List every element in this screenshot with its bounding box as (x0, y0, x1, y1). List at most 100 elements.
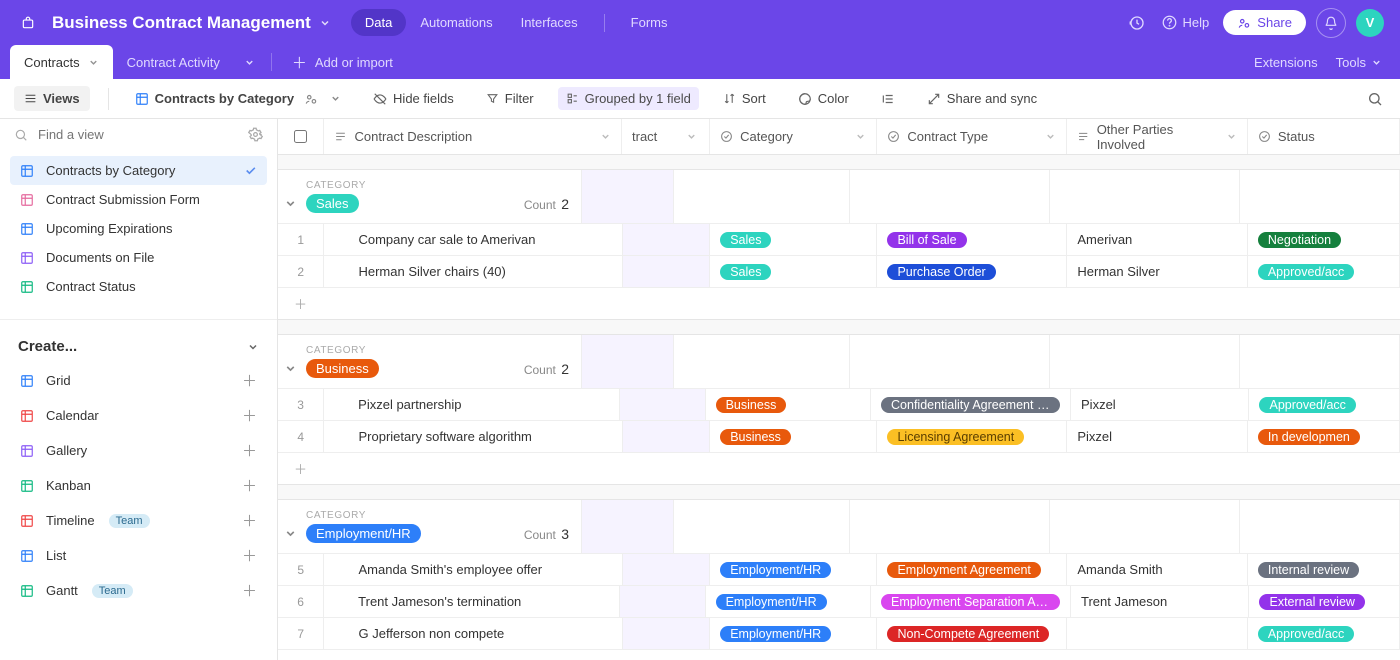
plus-icon[interactable]: ＋ (242, 440, 257, 461)
cell-parties[interactable]: Trent Jameson (1071, 586, 1249, 617)
group-button[interactable]: Grouped by 1 field (558, 87, 699, 110)
row-number[interactable]: 1 (278, 224, 324, 255)
cell-description[interactable]: G Jefferson non compete (324, 618, 623, 649)
history-icon[interactable] (1122, 8, 1152, 38)
app-title[interactable]: Business Contract Management (52, 13, 311, 33)
cell-status[interactable]: External review (1249, 586, 1400, 617)
cell-description[interactable]: Company car sale to Amerivan (324, 224, 623, 255)
table-row[interactable]: 7G Jefferson non compete Employment/HRNon… (278, 617, 1400, 649)
table-row[interactable]: 2Herman Silver chairs (40)SalesPurchase … (278, 255, 1400, 287)
notifications-button[interactable] (1316, 8, 1346, 38)
create-view-item[interactable]: Grid＋ (10, 363, 267, 398)
chevron-down-icon[interactable] (855, 131, 866, 142)
cell-category[interactable]: Employment/HR (710, 618, 877, 649)
cell-type[interactable]: Confidentiality Agreement (… (871, 389, 1071, 420)
cell[interactable] (620, 586, 706, 617)
sidebar-view-item[interactable]: Contract Status (10, 272, 267, 301)
column-header-type[interactable]: Contract Type (877, 119, 1067, 154)
cell[interactable] (620, 389, 706, 420)
sidebar-view-item[interactable]: Upcoming Expirations (10, 214, 267, 243)
add-record-button[interactable]: ＋ (278, 287, 1400, 319)
create-view-item[interactable]: List＋ (10, 538, 267, 573)
avatar[interactable]: V (1356, 9, 1384, 37)
cell-status[interactable]: In developmen (1248, 421, 1400, 452)
cell-category[interactable]: Employment/HR (706, 586, 871, 617)
share-button[interactable]: Share (1223, 10, 1306, 35)
cell[interactable] (623, 618, 710, 649)
cell-status[interactable]: Negotiation (1248, 224, 1400, 255)
column-header-parties[interactable]: Other Parties Involved (1067, 119, 1248, 154)
cell-parties[interactable]: Herman Silver (1067, 256, 1247, 287)
cell-description[interactable]: Trent Jameson's termination (324, 586, 620, 617)
cell-type[interactable]: Bill of Sale (877, 224, 1067, 255)
plus-icon[interactable]: ＋ (242, 580, 257, 601)
collapse-group-icon[interactable] (284, 362, 297, 375)
sidebar-view-item[interactable]: Contract Submission Form (10, 185, 267, 214)
cell-category[interactable]: Sales (710, 224, 877, 255)
views-button[interactable]: Views (14, 86, 90, 111)
nav-automations[interactable]: Automations (406, 9, 506, 36)
add-record-button[interactable]: ＋ (278, 649, 1400, 660)
cell-description[interactable]: Proprietary software algorithm (324, 421, 623, 452)
table-row[interactable]: 5Amanda Smith's employee offer Employment… (278, 553, 1400, 585)
cell[interactable] (623, 421, 710, 452)
sidebar-view-item[interactable]: Contracts by Category (10, 156, 267, 185)
chevron-down-icon[interactable] (1226, 131, 1237, 142)
tab-menu[interactable] (234, 45, 265, 79)
plus-icon[interactable]: ＋ (242, 475, 257, 496)
sort-button[interactable]: Sort (715, 87, 774, 110)
chevron-down-icon[interactable] (319, 17, 331, 29)
row-number[interactable]: 5 (278, 554, 324, 585)
cell-parties[interactable]: Amanda Smith (1067, 554, 1247, 585)
collapse-group-icon[interactable] (284, 197, 297, 210)
hide-fields-button[interactable]: Hide fields (365, 87, 462, 110)
row-number[interactable]: 6 (278, 586, 324, 617)
nav-data[interactable]: Data (351, 9, 406, 36)
cell-parties[interactable]: Pixzel (1071, 389, 1249, 420)
column-header-category[interactable]: Category (710, 119, 877, 154)
tab-contracts[interactable]: Contracts (10, 45, 113, 79)
filter-button[interactable]: Filter (478, 87, 542, 110)
cell-description[interactable]: Amanda Smith's employee offer (324, 554, 623, 585)
find-view-input[interactable] (38, 127, 238, 142)
cell[interactable] (623, 224, 710, 255)
chevron-down-icon[interactable] (600, 131, 611, 142)
cell-description[interactable]: Pixzel partnership (324, 389, 620, 420)
plus-icon[interactable]: ＋ (242, 545, 257, 566)
cell-status[interactable]: Internal review (1248, 554, 1400, 585)
extensions-button[interactable]: Extensions (1254, 55, 1318, 70)
row-number[interactable]: 7 (278, 618, 324, 649)
cell[interactable] (623, 554, 710, 585)
create-view-item[interactable]: TimelineTeam＋ (10, 503, 267, 538)
cell-status[interactable]: Approved/acc (1249, 389, 1400, 420)
cell[interactable] (623, 256, 710, 287)
chevron-down-icon[interactable] (1045, 131, 1056, 142)
gear-icon[interactable] (248, 127, 263, 142)
cell-parties[interactable] (1067, 618, 1247, 649)
cell-type[interactable]: Non-Compete Agreement (877, 618, 1067, 649)
cell-status[interactable]: Approved/acc (1248, 256, 1400, 287)
row-number[interactable]: 4 (278, 421, 324, 452)
cell-parties[interactable]: Amerivan (1067, 224, 1247, 255)
cell-type[interactable]: Employment Agreement (877, 554, 1067, 585)
create-header[interactable]: Create... (0, 328, 277, 363)
nav-forms[interactable]: Forms (617, 9, 682, 36)
sidebar-view-item[interactable]: Documents on File (10, 243, 267, 272)
chevron-down-icon[interactable] (686, 131, 697, 142)
row-number[interactable]: 2 (278, 256, 324, 287)
nav-interfaces[interactable]: Interfaces (507, 9, 592, 36)
tab-contract-activity[interactable]: Contract Activity (113, 45, 234, 79)
create-view-item[interactable]: Kanban＋ (10, 468, 267, 503)
create-view-item[interactable]: Gallery＋ (10, 433, 267, 468)
collapse-group-icon[interactable] (284, 527, 297, 540)
app-icon[interactable] (16, 11, 40, 35)
plus-icon[interactable]: ＋ (242, 405, 257, 426)
cell-status[interactable]: Approved/acc (1248, 618, 1400, 649)
plus-icon[interactable]: ＋ (242, 510, 257, 531)
cell-type[interactable]: Licensing Agreement (877, 421, 1067, 452)
search-icon[interactable] (1364, 88, 1386, 110)
add-record-button[interactable]: ＋ (278, 452, 1400, 484)
tools-button[interactable]: Tools (1336, 55, 1382, 70)
row-height-button[interactable] (873, 88, 903, 110)
table-row[interactable]: 3Pixzel partnershipBusinessConfidentiali… (278, 388, 1400, 420)
